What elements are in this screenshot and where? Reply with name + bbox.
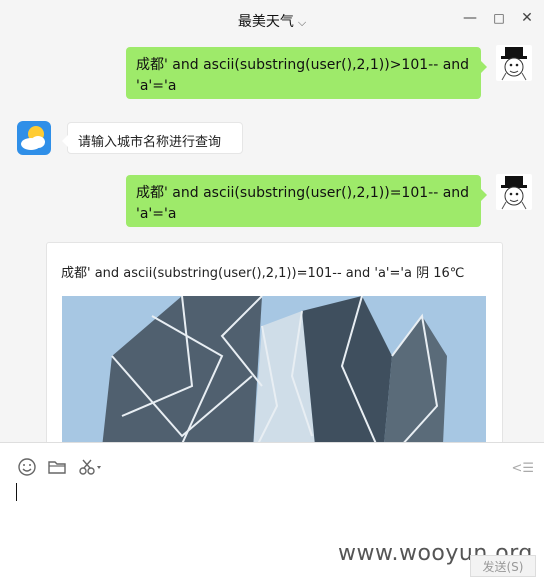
minimize-button[interactable]: — [462, 10, 478, 26]
message-text: 请输入城市名称进行查询 [78, 135, 222, 150]
send-button[interactable]: 发送(S) [470, 555, 536, 577]
chat-title-text: 最美天气 [237, 14, 294, 30]
outgoing-message[interactable]: 成都' and ascii(substring(user(),2,1))=101… [126, 175, 487, 227]
weather-bot-avatar[interactable] [17, 121, 51, 155]
weather-card-title: 成都' and ascii(substring(user(),2,1))=101… [61, 266, 465, 281]
folder-icon[interactable] [47, 457, 67, 477]
maximize-button[interactable]: □ [491, 11, 507, 25]
scissors-icon[interactable] [78, 457, 104, 477]
weather-card[interactable]: 成都' and ascii(substring(user(),2,1))=101… [46, 242, 503, 442]
chevron-down-icon[interactable]: ⌵ [298, 16, 306, 29]
chat-history[interactable]: 成都' and ascii(substring(user(),2,1))>101… [0, 40, 544, 442]
emoji-icon[interactable] [17, 457, 37, 477]
history-list-icon[interactable]: <☰ [511, 461, 534, 476]
message-text: 成都' and ascii(substring(user(),2,1))=101… [136, 185, 470, 222]
outgoing-message[interactable]: 成都' and ascii(substring(user(),2,1))>101… [126, 47, 487, 99]
text-input[interactable] [16, 483, 17, 501]
user-avatar[interactable] [496, 45, 532, 81]
input-area[interactable]: <☰ www.wooyun.org 发送(S) [0, 443, 544, 583]
title-bar: 最美天气 ⌵ — □ ✕ [0, 0, 544, 40]
message-text: 成都' and ascii(substring(user(),2,1))>101… [136, 57, 470, 94]
building-photo [62, 296, 486, 442]
incoming-message[interactable]: 请输入城市名称进行查询 [62, 122, 243, 154]
user-avatar[interactable] [496, 174, 532, 210]
close-button[interactable]: ✕ [519, 10, 535, 26]
